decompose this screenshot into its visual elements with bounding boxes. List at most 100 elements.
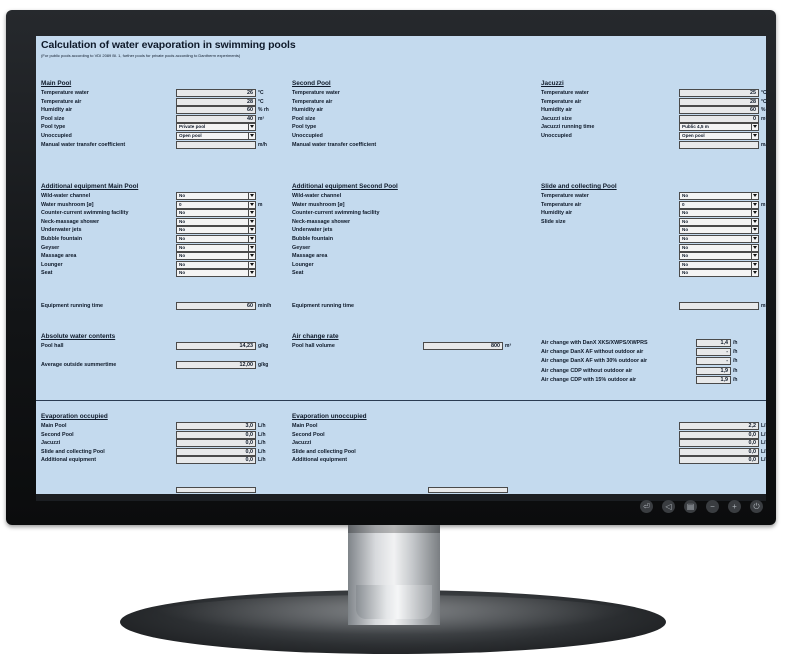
chevron-down-icon[interactable] bbox=[248, 270, 255, 277]
evap_occupied-row-label: Additional equipment bbox=[41, 457, 97, 464]
jacuzzi-heading: Jacuzzi bbox=[541, 80, 564, 87]
chevron-down-icon[interactable] bbox=[248, 210, 255, 217]
equip_main-dropdown[interactable]: No bbox=[176, 243, 256, 252]
equip_main-running-time-label: Equipment running time bbox=[41, 303, 103, 309]
equip_main-dropdown[interactable]: No bbox=[176, 209, 256, 218]
air-change-label: Air change DanX AF with 30% outdoor air bbox=[541, 358, 648, 365]
outside-summer-input[interactable]: 12,00 bbox=[176, 361, 256, 369]
evap_unoccupied-row-label: Additional equipment bbox=[292, 457, 348, 464]
chevron-down-icon[interactable] bbox=[751, 236, 758, 242]
evap_unoccupied-unit: L/h bbox=[761, 431, 766, 438]
menu-left-button-icon[interactable]: ◁ bbox=[662, 500, 675, 513]
second_pool-input[interactable] bbox=[679, 140, 759, 149]
main_pool-row: Manual water transfer coefficient m/h bbox=[41, 140, 282, 149]
pool-hall-volume-input[interactable]: 800 bbox=[423, 342, 503, 350]
source-button-icon[interactable]: ⏎ bbox=[640, 500, 653, 513]
second_pool-row: Manual water transfer coefficient m/h bbox=[292, 140, 766, 149]
chevron-down-icon[interactable] bbox=[248, 201, 255, 208]
equip_main-row: Massage area No bbox=[41, 252, 282, 261]
evap_unoccupied-row: Second Pool 0,0L/h bbox=[292, 430, 766, 439]
evap_occupied-row: Additional equipment 0,0 L/h bbox=[41, 456, 282, 465]
slide_pool-row-label: Slide size bbox=[541, 218, 566, 225]
main_pool-dropdown[interactable]: Private pool bbox=[176, 123, 256, 132]
equip_second-dropdown[interactable]: No bbox=[679, 269, 759, 278]
main_pool-input[interactable] bbox=[176, 140, 256, 149]
air-change-value: 1,9 bbox=[696, 366, 731, 375]
equip_second-dropdown[interactable]: No bbox=[679, 235, 759, 243]
menu-button-icon[interactable]: ▤ bbox=[684, 500, 697, 513]
chevron-down-icon[interactable] bbox=[248, 124, 255, 131]
main_pool-input[interactable]: 28 bbox=[176, 97, 256, 106]
chevron-down-icon[interactable] bbox=[248, 253, 255, 260]
chevron-down-icon[interactable] bbox=[248, 133, 255, 139]
evap_unoccupied-input[interactable]: 2,2 bbox=[679, 422, 759, 430]
equip_main-dropdown[interactable]: 0 bbox=[176, 200, 256, 209]
equip_second-dropdown[interactable]: No bbox=[679, 252, 759, 261]
evap_unoccupied-input[interactable]: 0,0 bbox=[679, 447, 759, 456]
evap_unoccupied-input[interactable]: 0,0 bbox=[679, 439, 759, 448]
chevron-down-icon[interactable] bbox=[248, 236, 255, 242]
equip_second-running-time-input[interactable] bbox=[679, 302, 759, 310]
chevron-down-icon[interactable] bbox=[751, 253, 758, 260]
chevron-down-icon[interactable] bbox=[248, 227, 255, 234]
equip_main-dropdown[interactable]: No bbox=[176, 226, 256, 235]
evap_occupied-input[interactable]: 0,0 bbox=[176, 456, 256, 465]
slide_pool-row-label: Temperature water bbox=[541, 193, 589, 199]
chevron-down-icon[interactable] bbox=[248, 261, 255, 268]
equip-main-heading: Additional equipment Main Pool bbox=[41, 183, 139, 190]
air-change-value: - bbox=[696, 357, 731, 366]
main_pool-row-label: Temperature air bbox=[41, 98, 82, 105]
evap_unoccupied-unit: L/h bbox=[761, 457, 766, 464]
slide_pool-row: Slide sizem² bbox=[541, 218, 766, 226]
evap_occupied-input[interactable]: 0,0 bbox=[176, 447, 256, 456]
main_pool-unit: % rh bbox=[258, 107, 269, 114]
evap_unoccupied-input[interactable]: 0,0 bbox=[679, 456, 759, 465]
main_pool-input[interactable]: 60 bbox=[176, 106, 256, 115]
chevron-down-icon[interactable] bbox=[751, 261, 758, 268]
jacuzzi-row: Jacuzzi running time30min/h bbox=[541, 123, 766, 131]
equip_main-dropdown[interactable]: No bbox=[176, 235, 256, 243]
outside-summer-row: Average outside summertime 12,00 g/kg bbox=[41, 361, 291, 369]
second_pool-row-label: Temperature water bbox=[292, 90, 340, 96]
chevron-down-icon[interactable] bbox=[248, 193, 255, 199]
equip_main-dropdown[interactable]: No bbox=[176, 252, 256, 261]
equip_main-row-label: Bubble fountain bbox=[41, 236, 83, 242]
equip_second-dropdown[interactable]: No bbox=[679, 226, 759, 235]
air-change-unit: /h bbox=[733, 349, 738, 356]
equip-second-heading: Additional equipment Second Pool bbox=[292, 183, 398, 190]
evap_occupied-input[interactable]: 3,0 bbox=[176, 422, 256, 430]
equip_second-dropdown-value: No bbox=[682, 236, 689, 241]
chevron-down-icon[interactable] bbox=[248, 244, 255, 251]
evap_occupied-input[interactable]: 0,0 bbox=[176, 430, 256, 439]
chevron-down-icon[interactable] bbox=[248, 218, 255, 225]
equip_main-dropdown[interactable]: No bbox=[176, 217, 256, 226]
plus-button-icon[interactable]: + bbox=[728, 500, 741, 513]
evap_unoccupied-input[interactable]: 0,0 bbox=[679, 430, 759, 439]
jacuzzi-row: Jacuzzi size0m² bbox=[541, 115, 766, 123]
air-change-unit: /h bbox=[733, 367, 738, 374]
second_pool-row-label: Humidity air bbox=[292, 107, 324, 114]
chevron-down-icon[interactable] bbox=[751, 227, 758, 234]
jacuzzi-row-label: Jacuzzi running time bbox=[541, 124, 595, 131]
chevron-down-icon[interactable] bbox=[751, 270, 758, 277]
equip_second-row: Bubble fountain No bbox=[292, 235, 766, 243]
equip_main-unit: m bbox=[258, 201, 263, 208]
slide_pool-row-label: Humidity air bbox=[541, 210, 573, 217]
main_pool-dropdown[interactable]: Open pool bbox=[176, 132, 256, 140]
minus-button-icon[interactable]: − bbox=[706, 500, 719, 513]
equip_main-running-time-input[interactable]: 60 bbox=[176, 302, 256, 310]
evap_occupied-input[interactable]: 0,0 bbox=[176, 439, 256, 448]
equip_second-dropdown[interactable]: No bbox=[679, 243, 759, 252]
chevron-down-icon[interactable] bbox=[751, 244, 758, 251]
power-button-icon[interactable]: ⏻ bbox=[750, 500, 763, 513]
air-change-heading: Air change rate bbox=[292, 333, 339, 340]
section-divider bbox=[36, 400, 766, 401]
equip_main-dropdown[interactable]: No bbox=[176, 192, 256, 200]
main_pool-input[interactable]: 26 bbox=[176, 89, 256, 97]
pool-hall-volume-row: Pool hall volume 800 m³ bbox=[292, 342, 542, 350]
main_pool-unit: m² bbox=[258, 115, 265, 122]
equip_main-dropdown[interactable]: No bbox=[176, 260, 256, 269]
main_pool-input[interactable]: 40 bbox=[176, 114, 256, 123]
equip_main-dropdown[interactable]: No bbox=[176, 269, 256, 278]
equip_second-dropdown[interactable]: No bbox=[679, 260, 759, 269]
